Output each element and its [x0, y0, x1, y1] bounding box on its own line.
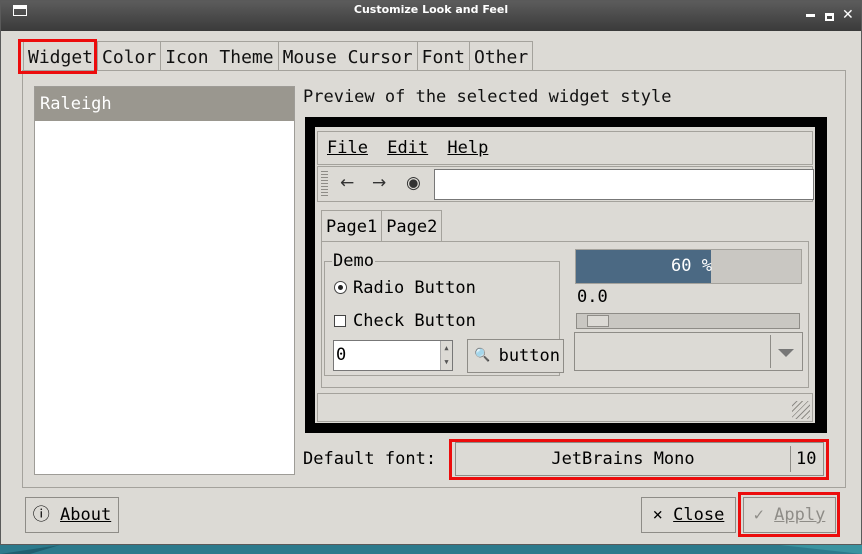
- default-font-label: Default font:: [303, 449, 437, 469]
- spin-value: 0: [336, 345, 347, 365]
- menu-edit[interactable]: Edit: [387, 138, 428, 158]
- spin-arrows[interactable]: ▲ ▼: [440, 341, 452, 370]
- widget-preview: File Edit Help ← → ◉ Page1 Page2 Demo Ra…: [305, 117, 827, 433]
- slider-thumb[interactable]: [587, 315, 609, 327]
- title-bar[interactable]: Customize Look and Feel ✕: [1, 1, 861, 31]
- close-label: Close: [673, 505, 725, 525]
- progress-text: 60 %: [671, 256, 712, 276]
- tab-icon-theme[interactable]: Icon Theme: [160, 41, 279, 72]
- close-window-icon[interactable]: ✕: [842, 8, 854, 22]
- preview-menubar: File Edit Help: [317, 131, 813, 165]
- checkbox-indicator-icon: [334, 315, 346, 327]
- tab-bar: Widget Color Icon Theme Mouse Cursor Fon…: [23, 41, 534, 74]
- tab-page2[interactable]: Page2: [381, 210, 443, 242]
- radio-indicator-icon: [334, 281, 347, 294]
- close-button[interactable]: × Close: [641, 497, 736, 533]
- menu-help-label: Help: [447, 138, 489, 158]
- about-label: About: [60, 505, 112, 525]
- theme-list-item[interactable]: Raleigh: [35, 87, 294, 121]
- scale-value: 0.0: [577, 287, 608, 307]
- check-button[interactable]: Check Button: [334, 310, 476, 332]
- preview-toolbar: ← → ◉: [317, 166, 814, 202]
- preview-window: File Edit Help ← → ◉ Page1 Page2 Demo Ra…: [315, 127, 815, 423]
- magnifier-icon: 🔍: [474, 348, 491, 363]
- tab-mouse-cursor[interactable]: Mouse Cursor: [277, 41, 418, 72]
- maximize-icon[interactable]: [825, 13, 834, 21]
- close-icon: ×: [652, 505, 663, 525]
- theme-list[interactable]: Raleigh: [34, 86, 295, 475]
- resize-grip-icon[interactable]: [792, 401, 810, 419]
- back-arrow-icon[interactable]: ←: [340, 173, 354, 193]
- menu-edit-label: Edit: [387, 138, 429, 158]
- spin-button[interactable]: 0 ▲ ▼: [333, 340, 453, 371]
- window-title: Customize Look and Feel: [353, 3, 509, 16]
- progress-bar: 60 %: [575, 249, 802, 284]
- radio-button[interactable]: Radio Button: [334, 277, 476, 299]
- demo-frame-label: Demo: [332, 251, 375, 271]
- highlight-widget-tab: [18, 39, 97, 74]
- demo-button[interactable]: 🔍 button: [467, 339, 564, 373]
- combo-box[interactable]: [574, 332, 803, 371]
- info-icon: ⓘ: [32, 505, 50, 525]
- notebook-tabs: Page1 Page2: [321, 210, 443, 242]
- preview-label: Preview of the selected widget style: [303, 87, 672, 107]
- minimize-icon[interactable]: [806, 14, 815, 17]
- highlight-font-chooser: [449, 439, 829, 480]
- menu-help[interactable]: Help: [447, 138, 488, 158]
- tab-other[interactable]: Other: [469, 41, 534, 72]
- stop-icon[interactable]: ◉: [406, 173, 421, 193]
- toolbar-grip[interactable]: [321, 171, 328, 197]
- highlight-apply: [738, 492, 840, 537]
- forward-arrow-icon[interactable]: →: [372, 173, 386, 193]
- tab-color[interactable]: Color: [97, 41, 162, 72]
- menu-file[interactable]: File: [327, 138, 368, 158]
- check-label: Check Button: [353, 311, 476, 331]
- radio-label: Radio Button: [353, 278, 476, 298]
- scale-slider[interactable]: [576, 313, 800, 329]
- tab-page1[interactable]: Page1: [321, 210, 383, 242]
- menu-file-label: File: [327, 138, 368, 158]
- demo-button-label: button: [498, 346, 560, 366]
- tab-font[interactable]: Font: [416, 41, 470, 72]
- url-entry[interactable]: [434, 169, 814, 200]
- about-button[interactable]: ⓘ About: [25, 497, 119, 533]
- dropdown-arrow-icon[interactable]: [770, 335, 800, 368]
- status-bar: [317, 393, 813, 422]
